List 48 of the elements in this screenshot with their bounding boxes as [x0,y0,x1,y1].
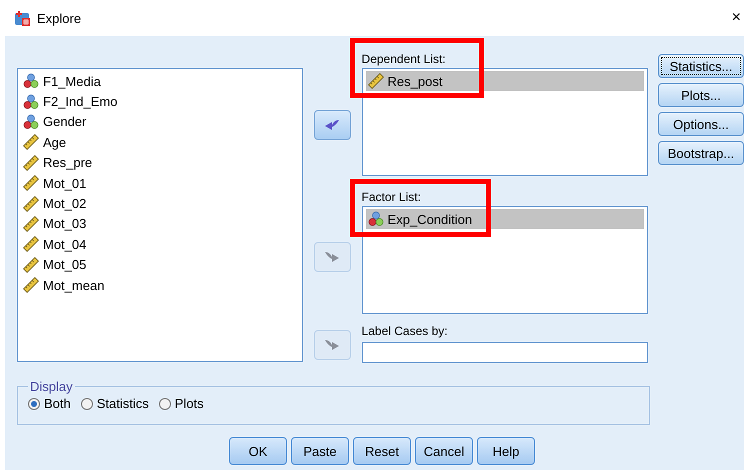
radio-button[interactable] [80,398,93,410]
variable-item[interactable]: Exp_Condition [366,209,644,230]
factor-list[interactable]: Exp_Condition [362,206,648,314]
dialog-button[interactable]: Help [477,437,535,465]
label-cases-field[interactable] [362,342,648,363]
arrow-icon [323,250,342,264]
radio-option[interactable]: Statistics [80,396,149,411]
variable-item[interactable]: F2_Ind_Emo [21,91,299,112]
variable-item[interactable]: Mot_mean [21,274,299,296]
close-button[interactable]: × [732,9,741,27]
radio-button[interactable] [28,398,40,410]
nominal-variable-icon [23,94,39,110]
dialog-button[interactable]: Paste [291,437,349,465]
dialog-button[interactable]: Reset [353,437,411,465]
variable-item[interactable]: Res_pre [21,152,299,173]
variable-item[interactable]: Gender [21,112,299,132]
nominal-variable-icon [368,211,384,228]
list-label: Factor List: [362,190,422,204]
variable-item[interactable]: Mot_01 [21,172,299,194]
variable-item[interactable]: Mot_05 [21,254,299,275]
variable-list[interactable]: F1_Media F2_Ind_Emo Gender Age Res_pre Mot_01 Mot_02 Mot_03 Mot_04 Mot_05 Mot_mean [17,68,303,362]
arrow-icon [323,118,342,132]
nominal-variable-icon [23,114,39,130]
variable-item[interactable]: Mot_02 [21,193,299,214]
dialog-button[interactable]: Statistics... [658,54,744,78]
group-label: Display [29,379,74,394]
dialog-button[interactable]: OK [229,437,287,465]
arrow-icon [323,338,342,352]
dialog-button[interactable]: Bootstrap... [658,141,744,165]
radio-option[interactable]: Plots [158,396,204,411]
radio-button[interactable] [158,398,171,410]
radio-option[interactable]: Both [28,396,71,411]
variable-item[interactable]: F1_Media [21,71,299,92]
list-label: Dependent List: [362,52,447,66]
variable-item[interactable]: Mot_04 [21,234,299,255]
app-icon [13,9,31,27]
dependent-list[interactable]: Res_post [362,68,648,176]
nominal-variable-icon [23,73,39,90]
window-title: Explore [37,10,82,26]
field-label: Label Cases by: [362,324,449,338]
dialog-button[interactable]: Cancel [415,437,473,465]
variable-item[interactable]: Mot_03 [21,214,299,234]
dialog-button[interactable]: Options... [658,112,744,136]
move-button[interactable] [314,110,351,140]
ruler-icon [368,73,384,90]
variable-item[interactable]: Res_post [366,71,644,92]
variable-item[interactable]: Age [21,132,299,153]
dialog-button[interactable]: Plots... [658,83,744,107]
